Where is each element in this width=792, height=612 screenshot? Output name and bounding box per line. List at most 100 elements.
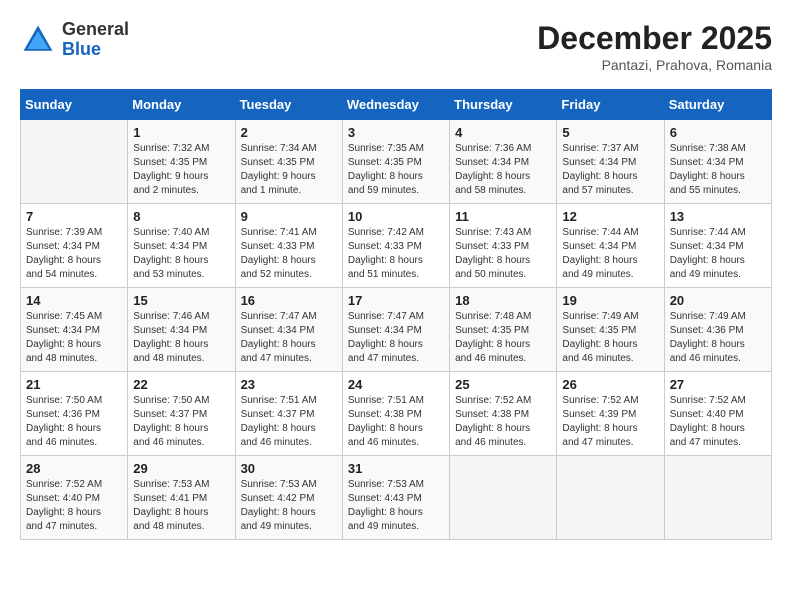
day-info: Sunrise: 7:49 AM Sunset: 4:36 PM Dayligh… [670, 310, 766, 366]
day-number: 24 [348, 377, 444, 392]
page-header: General Blue December 2025 Pantazi, Prah… [20, 20, 772, 73]
calendar-cell: 16Sunrise: 7:47 AM Sunset: 4:34 PM Dayli… [235, 288, 342, 372]
day-number: 10 [348, 209, 444, 224]
day-number: 9 [241, 209, 337, 224]
calendar-cell: 26 Sunrise: 7:52 AM Sunset: 4:39 PM Dayli… [557, 372, 664, 456]
day-number: 27 [670, 377, 766, 392]
calendar-cell: 29Sunrise: 7:53 AM Sunset: 4:41 PM Dayli… [128, 456, 235, 540]
day-info: Sunrise: 7:36 AM Sunset: 4:34 PM Dayligh… [455, 142, 551, 198]
day-number: 12 [562, 209, 658, 224]
calendar-cell: 8 Sunrise: 7:40 AM Sunset: 4:34 PM Daylig… [128, 204, 235, 288]
weekday-header: Saturday [664, 90, 771, 120]
day-info: Sunrise: 7:38 AM Sunset: 4:34 PM Dayligh… [670, 142, 766, 198]
day-info: Sunrise: 7:45 AM Sunset: 4:34 PM Dayligh… [26, 310, 122, 366]
logo-text: General Blue [62, 20, 129, 60]
day-info: Sunrise: 7:44 AM Sunset: 4:34 PM Dayligh… [670, 226, 766, 282]
day-number: 3 [348, 125, 444, 140]
day-number: 7 [26, 209, 122, 224]
calendar-week-row: 1Sunrise: 7:32 AM Sunset: 4:35 PM Daylig… [21, 120, 772, 204]
day-number: 30 [241, 461, 337, 476]
day-info: Sunrise: 7:51 AM Sunset: 4:38 PM Dayligh… [348, 394, 444, 450]
day-info: Sunrise: 7:47 AM Sunset: 4:34 PM Dayligh… [348, 310, 444, 366]
calendar-header-row: SundayMondayTuesdayWednesdayThursdayFrid… [21, 90, 772, 120]
month-title: December 2025 [537, 20, 772, 57]
weekday-header: Friday [557, 90, 664, 120]
calendar-week-row: 21Sunrise: 7:50 AM Sunset: 4:36 PM Dayli… [21, 372, 772, 456]
day-info: Sunrise: 7:53 AM Sunset: 4:43 PM Dayligh… [348, 478, 444, 534]
calendar-cell: 24 Sunrise: 7:51 AM Sunset: 4:38 PM Dayli… [342, 372, 449, 456]
calendar-cell [450, 456, 557, 540]
calendar-cell [557, 456, 664, 540]
calendar-cell [21, 120, 128, 204]
weekday-header: Wednesday [342, 90, 449, 120]
day-info: Sunrise: 7:44 AM Sunset: 4:34 PM Dayligh… [562, 226, 658, 282]
day-info: Sunrise: 7:43 AM Sunset: 4:33 PM Dayligh… [455, 226, 551, 282]
calendar-week-row: 28Sunrise: 7:52 AM Sunset: 4:40 PM Dayli… [21, 456, 772, 540]
day-info: Sunrise: 7:53 AM Sunset: 4:41 PM Dayligh… [133, 478, 229, 534]
calendar-cell: 28Sunrise: 7:52 AM Sunset: 4:40 PM Dayli… [21, 456, 128, 540]
day-info: Sunrise: 7:49 AM Sunset: 4:35 PM Dayligh… [562, 310, 658, 366]
calendar-cell: 5 Sunrise: 7:37 AM Sunset: 4:34 PM Daylig… [557, 120, 664, 204]
day-info: Sunrise: 7:40 AM Sunset: 4:34 PM Dayligh… [133, 226, 229, 282]
day-number: 17 [348, 293, 444, 308]
calendar-cell: 1Sunrise: 7:32 AM Sunset: 4:35 PM Daylig… [128, 120, 235, 204]
day-info: Sunrise: 7:52 AM Sunset: 4:40 PM Dayligh… [670, 394, 766, 450]
day-number: 13 [670, 209, 766, 224]
calendar-cell: 22 Sunrise: 7:50 AM Sunset: 4:37 PM Dayli… [128, 372, 235, 456]
day-info: Sunrise: 7:51 AM Sunset: 4:37 PM Dayligh… [241, 394, 337, 450]
day-number: 8 [133, 209, 229, 224]
day-info: Sunrise: 7:34 AM Sunset: 4:35 PM Dayligh… [241, 142, 337, 198]
day-number: 21 [26, 377, 122, 392]
calendar-cell: 25Sunrise: 7:52 AM Sunset: 4:38 PM Dayli… [450, 372, 557, 456]
weekday-header: Sunday [21, 90, 128, 120]
day-info: Sunrise: 7:41 AM Sunset: 4:33 PM Dayligh… [241, 226, 337, 282]
calendar-cell: 15Sunrise: 7:46 AM Sunset: 4:34 PM Dayli… [128, 288, 235, 372]
day-info: Sunrise: 7:52 AM Sunset: 4:39 PM Dayligh… [562, 394, 658, 450]
calendar-cell: 23 Sunrise: 7:51 AM Sunset: 4:37 PM Dayli… [235, 372, 342, 456]
weekday-header: Monday [128, 90, 235, 120]
calendar-cell: 20Sunrise: 7:49 AM Sunset: 4:36 PM Dayli… [664, 288, 771, 372]
logo: General Blue [20, 20, 129, 60]
day-number: 23 [241, 377, 337, 392]
calendar-week-row: 7 Sunrise: 7:39 AM Sunset: 4:34 PM Daylig… [21, 204, 772, 288]
calendar-cell: 17 Sunrise: 7:47 AM Sunset: 4:34 PM Dayli… [342, 288, 449, 372]
calendar-cell: 7 Sunrise: 7:39 AM Sunset: 4:34 PM Daylig… [21, 204, 128, 288]
day-number: 2 [241, 125, 337, 140]
logo-icon [20, 22, 56, 58]
calendar-cell: 9 Sunrise: 7:41 AM Sunset: 4:33 PM Daylig… [235, 204, 342, 288]
calendar-cell: 11 Sunrise: 7:43 AM Sunset: 4:33 PM Dayli… [450, 204, 557, 288]
day-info: Sunrise: 7:52 AM Sunset: 4:38 PM Dayligh… [455, 394, 551, 450]
calendar-cell: 18Sunrise: 7:48 AM Sunset: 4:35 PM Dayli… [450, 288, 557, 372]
day-number: 22 [133, 377, 229, 392]
day-info: Sunrise: 7:52 AM Sunset: 4:40 PM Dayligh… [26, 478, 122, 534]
day-number: 5 [562, 125, 658, 140]
day-number: 4 [455, 125, 551, 140]
day-number: 26 [562, 377, 658, 392]
day-number: 15 [133, 293, 229, 308]
day-number: 31 [348, 461, 444, 476]
day-number: 18 [455, 293, 551, 308]
day-info: Sunrise: 7:50 AM Sunset: 4:37 PM Dayligh… [133, 394, 229, 450]
logo-blue: Blue [62, 40, 129, 60]
calendar-cell: 12 Sunrise: 7:44 AM Sunset: 4:34 PM Dayli… [557, 204, 664, 288]
day-number: 6 [670, 125, 766, 140]
calendar-cell: 6 Sunrise: 7:38 AM Sunset: 4:34 PM Daylig… [664, 120, 771, 204]
location-title: Pantazi, Prahova, Romania [537, 57, 772, 73]
day-info: Sunrise: 7:35 AM Sunset: 4:35 PM Dayligh… [348, 142, 444, 198]
day-info: Sunrise: 7:37 AM Sunset: 4:34 PM Dayligh… [562, 142, 658, 198]
day-number: 19 [562, 293, 658, 308]
calendar-week-row: 14Sunrise: 7:45 AM Sunset: 4:34 PM Dayli… [21, 288, 772, 372]
calendar-cell: 10Sunrise: 7:42 AM Sunset: 4:33 PM Dayli… [342, 204, 449, 288]
calendar-table: SundayMondayTuesdayWednesdayThursdayFrid… [20, 89, 772, 540]
calendar-cell: 4 Sunrise: 7:36 AM Sunset: 4:34 PM Daylig… [450, 120, 557, 204]
calendar-cell [664, 456, 771, 540]
calendar-cell: 30Sunrise: 7:53 AM Sunset: 4:42 PM Dayli… [235, 456, 342, 540]
calendar-cell: 19 Sunrise: 7:49 AM Sunset: 4:35 PM Dayli… [557, 288, 664, 372]
calendar-cell: 3 Sunrise: 7:35 AM Sunset: 4:35 PM Daylig… [342, 120, 449, 204]
calendar-cell: 31 Sunrise: 7:53 AM Sunset: 4:43 PM Dayli… [342, 456, 449, 540]
calendar-cell: 21Sunrise: 7:50 AM Sunset: 4:36 PM Dayli… [21, 372, 128, 456]
day-info: Sunrise: 7:39 AM Sunset: 4:34 PM Dayligh… [26, 226, 122, 282]
day-number: 16 [241, 293, 337, 308]
title-area: December 2025 Pantazi, Prahova, Romania [537, 20, 772, 73]
day-number: 11 [455, 209, 551, 224]
